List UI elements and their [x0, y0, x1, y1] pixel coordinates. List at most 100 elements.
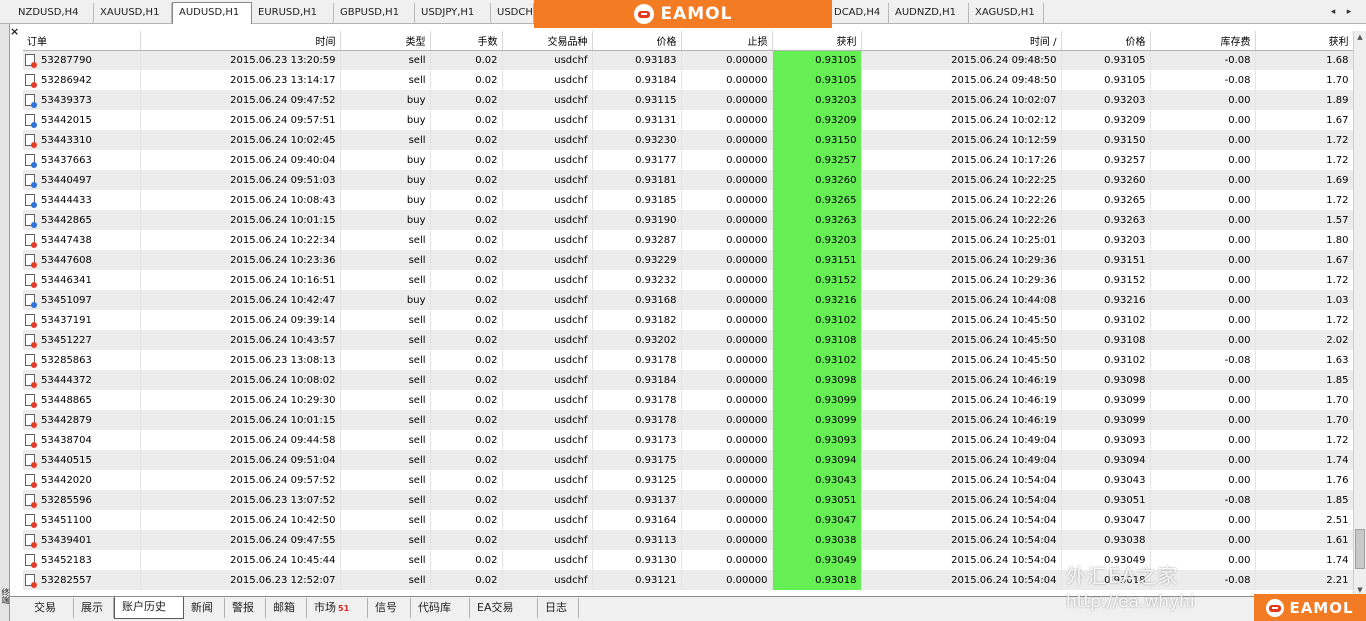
table-row[interactable]: 53439401 2015.06.24 09:47:55 sell 0.02 usdch… [23, 530, 1353, 550]
order-number: 53439373 [41, 95, 92, 106]
terminal-tab[interactable]: 新闻 [184, 598, 225, 618]
column-header[interactable]: 价格 [1061, 31, 1151, 51]
scrollbar-thumb[interactable] [1355, 529, 1365, 569]
table-row[interactable]: 53442865 2015.06.24 10:01:15 buy 0.02 usdchf… [23, 210, 1353, 230]
symbol-cell: usdchf [502, 350, 593, 370]
profit-cell: 1.72 [1255, 130, 1353, 150]
chart-tab[interactable]: NZDUSD,H4 [12, 3, 94, 23]
table-row[interactable]: 53285863 2015.06.23 13:08:13 sell 0.02 usdch… [23, 350, 1353, 370]
stop-loss-cell: 0.00000 [681, 430, 773, 450]
order-number: 53447438 [41, 235, 92, 246]
order-number: 53452183 [41, 555, 92, 566]
terminal-tab[interactable]: 警报 [225, 598, 266, 618]
tab-scroll-right-icon[interactable]: ▸ [1342, 5, 1356, 19]
sell-order-icon [25, 274, 37, 288]
stop-loss-cell: 0.00000 [681, 170, 773, 190]
chart-tab[interactable]: USDCH [491, 3, 534, 23]
open-price-cell: 0.93182 [592, 310, 682, 330]
chart-tab[interactable]: XAUUSD,H1 [94, 3, 172, 23]
column-header[interactable]: 手数 [430, 31, 503, 51]
table-row[interactable]: 53451227 2015.06.24 10:43:57 sell 0.02 usdch… [23, 330, 1353, 350]
table-row[interactable]: 53448865 2015.06.24 10:29:30 sell 0.02 usdch… [23, 390, 1353, 410]
table-row[interactable]: 53442015 2015.06.24 09:57:51 buy 0.02 usdchf… [23, 110, 1353, 130]
close-time-cell: 2015.06.24 10:54:04 [861, 510, 1062, 530]
order-number: 53287790 [41, 55, 92, 67]
close-time-cell: 2015.06.24 10:49:04 [861, 430, 1062, 450]
profit-cell: 1.67 [1255, 250, 1353, 270]
column-header[interactable]: 时间 / [861, 31, 1062, 51]
table-row[interactable]: 53443310 2015.06.24 10:02:45 sell 0.02 usdch… [23, 130, 1353, 150]
chart-tab[interactable]: EURUSD,H1 [252, 3, 334, 23]
symbol-cell: usdchf [502, 310, 593, 330]
table-row[interactable]: 53447608 2015.06.24 10:23:36 sell 0.02 usdch… [23, 250, 1353, 270]
lots-cell: 0.02 [430, 290, 503, 310]
terminal-tab[interactable]: 账户历史 [114, 597, 184, 619]
terminal-tab[interactable]: 日志 [538, 598, 579, 618]
chart-tab[interactable]: GBPUSD,H1 [334, 3, 415, 23]
chart-tab[interactable]: AUDNZD,H1 [889, 3, 969, 23]
table-row[interactable]: 53439373 2015.06.24 09:47:52 buy 0.02 usdchf… [23, 90, 1353, 110]
column-header[interactable]: 库存费 [1150, 31, 1256, 51]
order-cell: 53446341 [23, 270, 141, 290]
table-row[interactable]: 53444433 2015.06.24 10:08:43 buy 0.02 usdchf… [23, 190, 1353, 210]
terminal-tab[interactable]: 展示 [74, 598, 114, 618]
table-row[interactable]: 53447438 2015.06.24 10:22:34 sell 0.02 usdch… [23, 230, 1353, 250]
terminal-tab-label: EA交易 [477, 601, 514, 614]
watermark-text: 外汇EA之家 [1066, 564, 1179, 588]
profit-cell: 1.70 [1255, 70, 1353, 90]
chart-tab[interactable]: USDJPY,H1 [415, 3, 491, 23]
scroll-up-icon[interactable]: ▲ [1355, 32, 1365, 42]
open-price-cell: 0.93164 [592, 510, 682, 530]
column-header[interactable]: 时间 [140, 31, 341, 51]
close-price-cell: 0.93047 [1061, 510, 1151, 530]
chart-tab[interactable]: AUDUSD,H1 [172, 2, 252, 24]
terminal-tab[interactable]: 市场 51 [307, 598, 368, 618]
column-header[interactable]: 交易品种 [502, 31, 593, 51]
order-number: 53439401 [41, 535, 92, 546]
terminal-tab[interactable]: 交易 [27, 598, 74, 618]
table-row[interactable]: 53286942 2015.06.23 13:14:17 sell 0.02 usdch… [23, 70, 1353, 90]
close-icon[interactable]: × [10, 25, 19, 38]
open-time-cell: 2015.06.23 12:52:07 [140, 570, 341, 590]
table-row[interactable]: 53440497 2015.06.24 09:51:03 buy 0.02 usdchf… [23, 170, 1353, 190]
take-profit-cell: 0.93094 [772, 450, 862, 470]
order-number: 53437663 [41, 155, 92, 166]
terminal-tab[interactable]: 信号 [368, 598, 411, 618]
chart-tab[interactable]: XAGUSD,H1 [969, 3, 1044, 23]
column-header[interactable]: 止损 [681, 31, 773, 51]
terminal-tab[interactable]: 代码库 [411, 598, 470, 618]
column-header[interactable]: 订单 [23, 31, 141, 51]
table-row[interactable]: 53446341 2015.06.24 10:16:51 sell 0.02 usdch… [23, 270, 1353, 290]
table-row[interactable]: 53451097 2015.06.24 10:42:47 buy 0.02 usdchf… [23, 290, 1353, 310]
table-row[interactable]: 53442020 2015.06.24 09:57:52 sell 0.02 usdch… [23, 470, 1353, 490]
brand-banner: EAMOL [534, 0, 832, 28]
terminal-tab[interactable]: 邮箱 [266, 598, 307, 618]
swap-cell: -0.08 [1150, 350, 1256, 370]
table-row[interactable]: 53444372 2015.06.24 10:08:02 sell 0.02 usdch… [23, 370, 1353, 390]
close-price-cell: 0.93102 [1061, 310, 1151, 330]
table-row[interactable]: 53440515 2015.06.24 09:51:04 sell 0.02 usdch… [23, 450, 1353, 470]
vertical-scrollbar[interactable]: ▲ ▼ [1353, 31, 1366, 596]
table-row[interactable]: 53437663 2015.06.24 09:40:04 buy 0.02 usdchf… [23, 150, 1353, 170]
terminal-tab[interactable]: EA交易 [470, 598, 538, 618]
table-row[interactable]: 53285596 2015.06.23 13:07:52 sell 0.02 usdch… [23, 490, 1353, 510]
sell-order-icon [25, 494, 37, 508]
column-header[interactable]: 价格 [592, 31, 682, 51]
close-time-cell: 2015.06.24 10:02:12 [861, 110, 1062, 130]
column-header[interactable]: 获利 [1255, 31, 1353, 51]
column-header[interactable]: 类型 [340, 31, 431, 51]
table-row[interactable]: 53437191 2015.06.24 09:39:14 sell 0.02 usdch… [23, 310, 1353, 330]
chart-tab[interactable]: DCAD,H4 [828, 3, 889, 23]
tab-scroll-left-icon[interactable]: ◂ [1326, 5, 1340, 19]
stop-loss-cell: 0.00000 [681, 150, 773, 170]
table-row[interactable]: 53451100 2015.06.24 10:42:50 sell 0.02 usdch… [23, 510, 1353, 530]
column-header[interactable]: 获利 [772, 31, 862, 51]
table-row[interactable]: 53287790 2015.06.23 13:20:59 sell 0.02 usdch… [23, 50, 1353, 70]
lots-cell: 0.02 [430, 570, 503, 590]
table-row[interactable]: 53442879 2015.06.24 10:01:15 sell 0.02 usdch… [23, 410, 1353, 430]
sell-order-icon [25, 334, 37, 348]
table-row[interactable]: 53438704 2015.06.24 09:44:58 sell 0.02 usdch… [23, 430, 1353, 450]
symbol-cell: usdchf [502, 150, 593, 170]
order-cell: 53451100 [23, 510, 141, 530]
brand-logo-text: EAMOL [1289, 598, 1354, 617]
